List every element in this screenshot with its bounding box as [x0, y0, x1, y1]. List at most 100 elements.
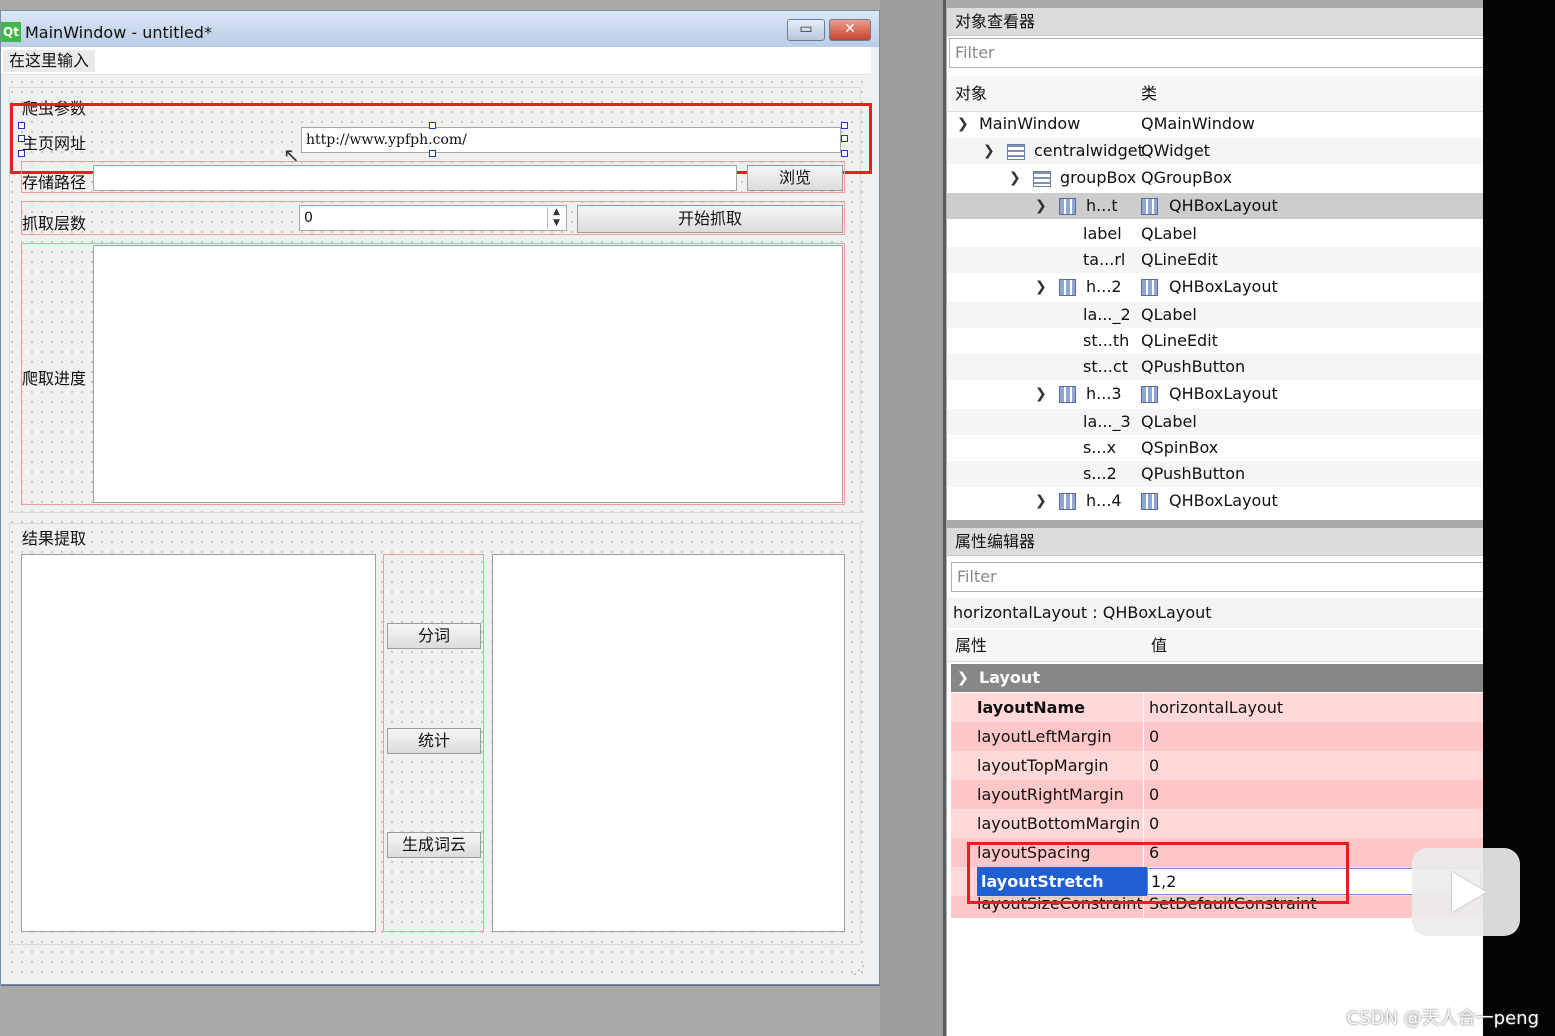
progress-label: 爬取进度 — [22, 369, 87, 388]
tree-object-class: QLabel — [1141, 412, 1197, 431]
tree-object-name: centralwidget — [1034, 141, 1144, 160]
tree-row[interactable]: st...th QLineEdit — [947, 328, 1484, 354]
menu-type-here[interactable]: 在这里输入 — [3, 50, 96, 72]
hbox-layout-icon — [1141, 493, 1158, 510]
property-editor-title: 属性编辑器 — [947, 528, 1484, 556]
tree-row[interactable]: ❯ centralwidget QWidget — [947, 138, 1484, 164]
segment-button[interactable]: 分词 — [387, 623, 481, 649]
groupbox-icon — [1033, 170, 1051, 187]
minimize-icon[interactable]: ▭ — [787, 19, 825, 41]
hbox-layout-icon — [1059, 198, 1076, 215]
qt-logo-icon: Qt — [1, 22, 21, 42]
progress-textarea[interactable] — [93, 245, 843, 503]
spinbox-arrows-icon[interactable]: ▲ ▼ — [547, 207, 565, 229]
video-play-icon[interactable] — [1412, 848, 1520, 936]
tree-object-class: QHBoxLayout — [1169, 384, 1278, 403]
tree-object-class: QHBoxLayout — [1169, 491, 1278, 510]
tree-object-name: h...4 — [1086, 491, 1122, 510]
results-title: 结果提取 — [22, 529, 87, 548]
tree-row-selected[interactable]: ❯ h...t QHBoxLayout — [947, 193, 1484, 219]
tree-row[interactable]: s...2 QPushButton — [947, 461, 1484, 487]
results-right-textarea[interactable] — [492, 554, 845, 932]
object-filter-input[interactable]: Filter — [949, 38, 1484, 68]
hbox-layout-icon — [1059, 493, 1076, 510]
tree-object-name: groupBox — [1060, 168, 1137, 187]
property-value[interactable]: horizontalLayout — [1149, 693, 1283, 722]
csdn-watermark: CSDN @天人合一peng — [1346, 1008, 1539, 1029]
tree-object-class: QGroupBox — [1141, 168, 1233, 187]
tree-object-name: h...3 — [1086, 384, 1122, 403]
tree-row[interactable]: ta...rl QLineEdit — [947, 247, 1484, 273]
depth-spinbox[interactable]: 0 — [299, 205, 567, 231]
property-value[interactable]: 0 — [1149, 809, 1159, 838]
tree-object-class: QHBoxLayout — [1169, 196, 1278, 215]
central-widget: 爬虫参数 主页网址 http://www.ypfph.com/ ↖ 存储路径 浏… — [7, 77, 872, 977]
tree-object-name: s...2 — [1083, 464, 1117, 483]
tree-row[interactable]: s...x QSpinBox — [947, 435, 1484, 461]
browse-button[interactable]: 浏览 — [747, 165, 843, 191]
object-inspector-title: 对象查看器 — [947, 8, 1484, 36]
wordcloud-button[interactable]: 生成词云 — [387, 832, 481, 858]
chevron-down-icon[interactable]: ❯ — [1035, 274, 1047, 300]
col-property-header[interactable]: 属性 — [955, 630, 987, 662]
results-left-textarea[interactable] — [21, 554, 376, 932]
chevron-down-icon[interactable]: ❯ — [1035, 381, 1047, 407]
tree-row[interactable]: la..._3 QLabel — [947, 409, 1484, 435]
property-value[interactable]: 0 — [1149, 780, 1159, 809]
col-class-header[interactable]: 类 — [1141, 76, 1157, 112]
property-row[interactable]: layoutLeftMargin 0 — [951, 722, 1484, 751]
tree-row[interactable]: ❯ h...3 QHBoxLayout — [947, 381, 1484, 407]
window-titlebar[interactable]: Qt MainWindow - untitled* ▭ ✕ — [1, 11, 879, 47]
property-filter-input[interactable]: Filter — [951, 562, 1484, 592]
tree-object-name: MainWindow — [979, 114, 1081, 133]
path-label: 存储路径 — [22, 173, 87, 192]
property-name: layoutTopMargin — [977, 756, 1109, 775]
tree-row[interactable]: label QLabel — [947, 221, 1484, 247]
property-value[interactable]: 0 — [1149, 722, 1159, 751]
property-name: layoutRightMargin — [977, 785, 1124, 804]
chevron-down-icon[interactable]: ❯ — [1035, 488, 1047, 514]
tree-object-name: ta...rl — [1083, 250, 1126, 269]
resize-grip-icon[interactable]: ⋰ — [853, 963, 865, 977]
chevron-down-icon[interactable]: ❯ — [957, 111, 969, 137]
property-name: layoutLeftMargin — [977, 727, 1112, 746]
selected-object-line: horizontalLayout : QHBoxLayout — [947, 598, 1484, 628]
tree-object-class: QPushButton — [1141, 357, 1246, 376]
chevron-down-icon[interactable]: ❯ — [957, 664, 969, 692]
chevron-down-icon[interactable]: ❯ — [1035, 193, 1047, 219]
close-icon[interactable]: ✕ — [829, 19, 871, 41]
chevron-down-icon[interactable]: ❯ — [983, 138, 995, 164]
hbox-layout-icon — [1141, 386, 1158, 403]
property-editor-panel: 属性编辑器 Filter horizontalLayout : QHBoxLay… — [946, 528, 1484, 1036]
tree-object-name: s...x — [1083, 438, 1117, 457]
tree-object-class: QLabel — [1141, 305, 1197, 324]
chevron-down-icon[interactable]: ❯ — [1009, 165, 1021, 191]
property-table-header: 属性 值 — [947, 630, 1484, 662]
layout-section-header[interactable]: ❯ Layout — [951, 664, 1484, 692]
hbox-layout-icon — [1059, 386, 1076, 403]
col-value-header[interactable]: 值 — [1151, 630, 1167, 662]
designer-background — [880, 0, 944, 1036]
tree-row[interactable]: la..._2 QLabel — [947, 302, 1484, 328]
menubar: 在这里输入 — [1, 47, 871, 75]
path-input[interactable] — [93, 165, 737, 191]
tree-row[interactable]: ❯ MainWindow QMainWindow — [947, 111, 1484, 137]
property-row[interactable]: layoutBottomMargin 0 — [951, 809, 1484, 838]
tree-object-name: la..._2 — [1083, 305, 1131, 324]
tree-row[interactable]: ❯ groupBox QGroupBox — [947, 165, 1484, 191]
property-row[interactable]: layoutRightMargin 0 — [951, 780, 1484, 809]
tree-row[interactable]: ❯ h...4 QHBoxLayout — [947, 488, 1484, 514]
statistics-button[interactable]: 统计 — [387, 728, 481, 754]
object-inspector-panel: 对象查看器 Filter 对象 类 ❯ MainWindow QMainWind… — [946, 8, 1484, 520]
tree-object-class: QLineEdit — [1141, 331, 1218, 350]
tree-row[interactable]: ❯ h...2 QHBoxLayout — [947, 274, 1484, 300]
start-crawl-button[interactable]: 开始抓取 — [577, 205, 843, 233]
property-row[interactable]: layoutTopMargin 0 — [951, 751, 1484, 780]
col-object-header[interactable]: 对象 — [955, 76, 987, 112]
form-window: Qt MainWindow - untitled* ▭ ✕ 在这里输入 爬虫参数… — [0, 10, 880, 985]
tree-row[interactable]: st...ct QPushButton — [947, 354, 1484, 380]
window-title: MainWindow - untitled* — [25, 23, 212, 42]
property-row[interactable]: layoutName horizontalLayout — [951, 693, 1484, 722]
property-name: layoutName — [977, 698, 1085, 717]
property-value[interactable]: 0 — [1149, 751, 1159, 780]
